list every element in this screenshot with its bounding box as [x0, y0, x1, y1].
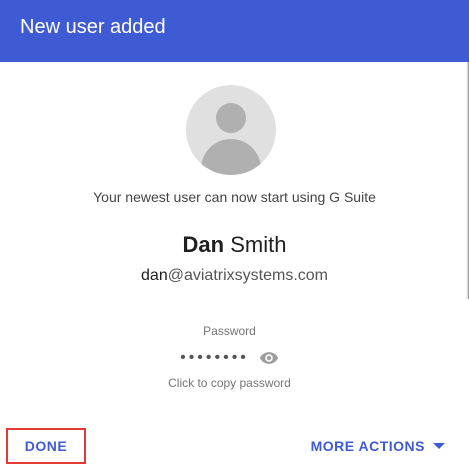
user-last-name: Smith	[230, 232, 287, 257]
more-actions-label: MORE ACTIONS	[310, 438, 425, 454]
email-username: dan	[141, 267, 168, 284]
eye-icon[interactable]	[259, 348, 279, 368]
avatar-head	[216, 103, 246, 133]
copy-password-link[interactable]: Click to copy password	[0, 376, 459, 390]
user-full-name: Dan Smith	[0, 232, 469, 258]
email-domain: @aviatrixsystems.com	[167, 267, 328, 284]
password-label: Password	[203, 324, 256, 338]
avatar-body	[201, 139, 261, 175]
more-actions-button[interactable]: MORE ACTIONS	[311, 438, 445, 454]
person-avatar-icon	[186, 85, 276, 175]
user-email: dan@aviatrixsystems.com	[0, 267, 469, 285]
password-masked-value[interactable]: ••••••••	[180, 349, 249, 367]
user-first-name: Dan	[182, 232, 225, 257]
dialog-header: New user added	[0, 0, 469, 62]
new-user-dialog: New user added Your newest user can now …	[0, 0, 469, 470]
done-button[interactable]: DONE	[6, 428, 86, 464]
password-row: ••••••••	[0, 348, 459, 368]
caret-down-icon	[433, 443, 445, 449]
dialog-title: New user added	[20, 16, 166, 38]
success-message: Your newest user can now start using G S…	[93, 189, 376, 205]
